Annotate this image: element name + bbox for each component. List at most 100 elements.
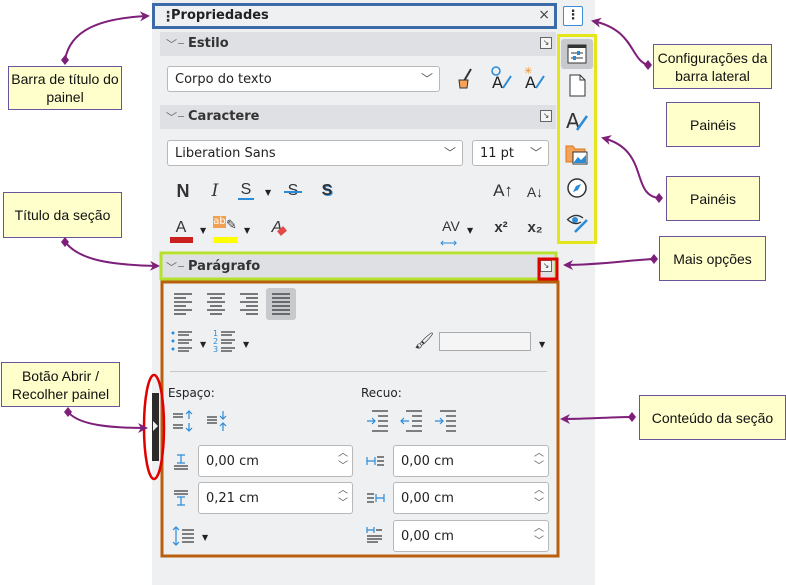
indent-after-value: 0,00 cm xyxy=(401,491,454,506)
underline-dropdown-icon[interactable]: ▼ xyxy=(265,188,271,197)
spacing-dropdown-icon[interactable]: ▼ xyxy=(467,226,473,235)
page-icon xyxy=(569,74,586,97)
callout-panels-2: Painéis xyxy=(666,176,760,221)
arrow-section-title xyxy=(65,242,160,271)
font-color-swatch xyxy=(170,237,193,243)
first-line-indent-field[interactable]: 0,00 cm ︿ ﹀ xyxy=(393,520,549,552)
more-options-icon[interactable]: ↘ xyxy=(540,110,552,122)
underline-button[interactable]: S xyxy=(232,176,260,204)
indent-after-field[interactable]: 0,00 cm ︿ ﹀ xyxy=(393,482,549,514)
more-options-icon[interactable]: ↘ xyxy=(540,260,552,272)
chevron-down-icon[interactable]: ﹀ xyxy=(166,109,177,125)
svg-text:A: A xyxy=(525,73,536,92)
close-icon[interactable]: × xyxy=(538,7,550,23)
hanging-indent-icon[interactable] xyxy=(432,408,460,434)
svg-text:A: A xyxy=(492,73,503,92)
increase-paragraph-spacing-icon[interactable] xyxy=(171,408,199,434)
font-name-value: Liberation Sans xyxy=(175,146,276,161)
highlight-button[interactable]: ab ✎ xyxy=(212,214,240,243)
chevron-down-icon[interactable]: ﹀ xyxy=(166,36,177,52)
indent-before-field[interactable]: 0,00 cm ︿ ﹀ xyxy=(393,445,549,477)
section-header-estilo[interactable]: ﹀ Estilo ↘ xyxy=(160,32,556,56)
line-spacing-icon[interactable] xyxy=(172,525,196,547)
update-style-icon[interactable]: A xyxy=(487,64,513,92)
tab-page[interactable] xyxy=(561,71,593,101)
italic-button[interactable]: I xyxy=(201,177,229,205)
character-spacing-button[interactable]: AV ⟷ xyxy=(437,212,465,250)
font-color-dropdown-icon[interactable]: ▼ xyxy=(200,226,206,235)
indent-before-value: 0,00 cm xyxy=(401,454,454,469)
above-spacing-value: 0,00 cm xyxy=(206,454,259,469)
arrow-panels xyxy=(601,135,660,199)
shrink-font-button[interactable]: A↓ xyxy=(521,178,549,206)
tab-gallery[interactable] xyxy=(561,139,593,169)
above-spacing-icon xyxy=(174,454,188,470)
tab-properties[interactable] xyxy=(561,39,593,69)
more-options-icon[interactable]: ↘ xyxy=(540,37,552,49)
strike-bar xyxy=(284,191,302,193)
bullet-list-icon[interactable] xyxy=(170,328,202,356)
decrease-paragraph-spacing-icon[interactable] xyxy=(205,408,233,434)
tree-line xyxy=(178,116,184,117)
background-color-box[interactable] xyxy=(439,332,531,351)
section-title-paragrafo: Parágrafo xyxy=(188,259,261,274)
gallery-icon xyxy=(565,145,588,165)
arrow-collapse xyxy=(68,412,148,433)
paragraph-style-dropdown[interactable]: Corpo do texto ﹀ xyxy=(167,66,440,92)
align-left-icon[interactable] xyxy=(174,293,192,315)
spin-updown-icon[interactable]: ︿ ﹀ xyxy=(338,484,348,510)
background-color-dropdown-icon[interactable]: ▼ xyxy=(539,340,545,349)
align-center-icon[interactable] xyxy=(207,293,225,315)
pen-icon: ✎ xyxy=(226,218,237,233)
font-size-dropdown[interactable]: 11 pt ﹀ xyxy=(472,140,549,166)
align-right-icon[interactable] xyxy=(240,293,258,315)
clear-formatting-icon[interactable] xyxy=(455,66,477,92)
font-color-button[interactable]: A xyxy=(167,214,195,243)
section-header-paragrafo[interactable]: ﹀ Parágrafo ↘ xyxy=(160,255,556,279)
line-spacing-dropdown-icon[interactable]: ▼ xyxy=(202,533,208,542)
numbered-list-dropdown-icon[interactable]: ▼ xyxy=(243,340,249,349)
justify-active-bg xyxy=(266,288,296,320)
chevron-down-icon[interactable]: ﹀ xyxy=(166,259,177,275)
spin-updown-icon[interactable]: ︿ ﹀ xyxy=(534,484,544,510)
navigator-icon xyxy=(567,178,587,198)
grow-font-button[interactable]: A↑ xyxy=(489,177,517,205)
clear-direct-formatting-button[interactable]: A xyxy=(263,214,291,242)
shadow-button[interactable]: S xyxy=(313,177,341,205)
highlight-dropdown-icon[interactable]: ▼ xyxy=(244,226,250,235)
font-name-dropdown[interactable]: Liberation Sans ﹀ xyxy=(167,140,463,166)
bold-button[interactable]: N xyxy=(169,177,197,205)
paint-bucket-icon: 🖌 xyxy=(414,331,435,350)
numbered-list-icon[interactable]: 123 xyxy=(213,328,245,356)
subscript-button[interactable]: x₂ xyxy=(521,214,549,242)
below-spacing-field[interactable]: 0,21 cm ︿ ﹀ xyxy=(198,482,353,514)
callout-title-bar: Barra de título do painel xyxy=(8,66,122,110)
below-spacing-value: 0,21 cm xyxy=(206,491,259,506)
section-header-caractere[interactable]: ﹀ Caractere ↘ xyxy=(160,105,556,129)
section-title-caractere: Caractere xyxy=(188,109,260,124)
section-divider xyxy=(170,371,547,372)
spin-updown-icon[interactable]: ︿ ﹀ xyxy=(534,522,544,548)
spin-updown-icon[interactable]: ︿ ﹀ xyxy=(338,447,348,473)
decrease-indent-icon[interactable] xyxy=(398,408,426,434)
tab-navigator[interactable] xyxy=(561,173,593,203)
superscript-button[interactable]: x² xyxy=(487,214,515,242)
chevron-down-icon: ﹀ xyxy=(443,146,456,160)
callout-section-title: Título da seção xyxy=(3,192,122,238)
bullet-list-dropdown-icon[interactable]: ▼ xyxy=(200,340,206,349)
below-spacing-icon xyxy=(174,490,188,506)
tab-styles[interactable]: A xyxy=(561,105,593,135)
paragraph-style-value: Corpo do texto xyxy=(175,72,272,87)
spin-updown-icon[interactable]: ︿ ﹀ xyxy=(534,447,544,473)
collapse-panel-button[interactable] xyxy=(152,393,159,461)
new-style-icon[interactable]: ✳A xyxy=(520,64,546,92)
underline-bar xyxy=(238,198,254,200)
above-spacing-field[interactable]: 0,00 cm ︿ ﹀ xyxy=(198,445,353,477)
strikethrough-button[interactable]: S xyxy=(279,177,307,205)
increase-indent-icon[interactable] xyxy=(364,408,392,434)
after-indent-icon xyxy=(367,493,385,503)
sidebar-tab-bar: A xyxy=(557,34,597,244)
sidebar-settings-button[interactable]: ⋮ xyxy=(563,6,583,26)
font-size-value: 11 pt xyxy=(480,146,515,161)
tab-manage-changes[interactable] xyxy=(561,207,593,237)
